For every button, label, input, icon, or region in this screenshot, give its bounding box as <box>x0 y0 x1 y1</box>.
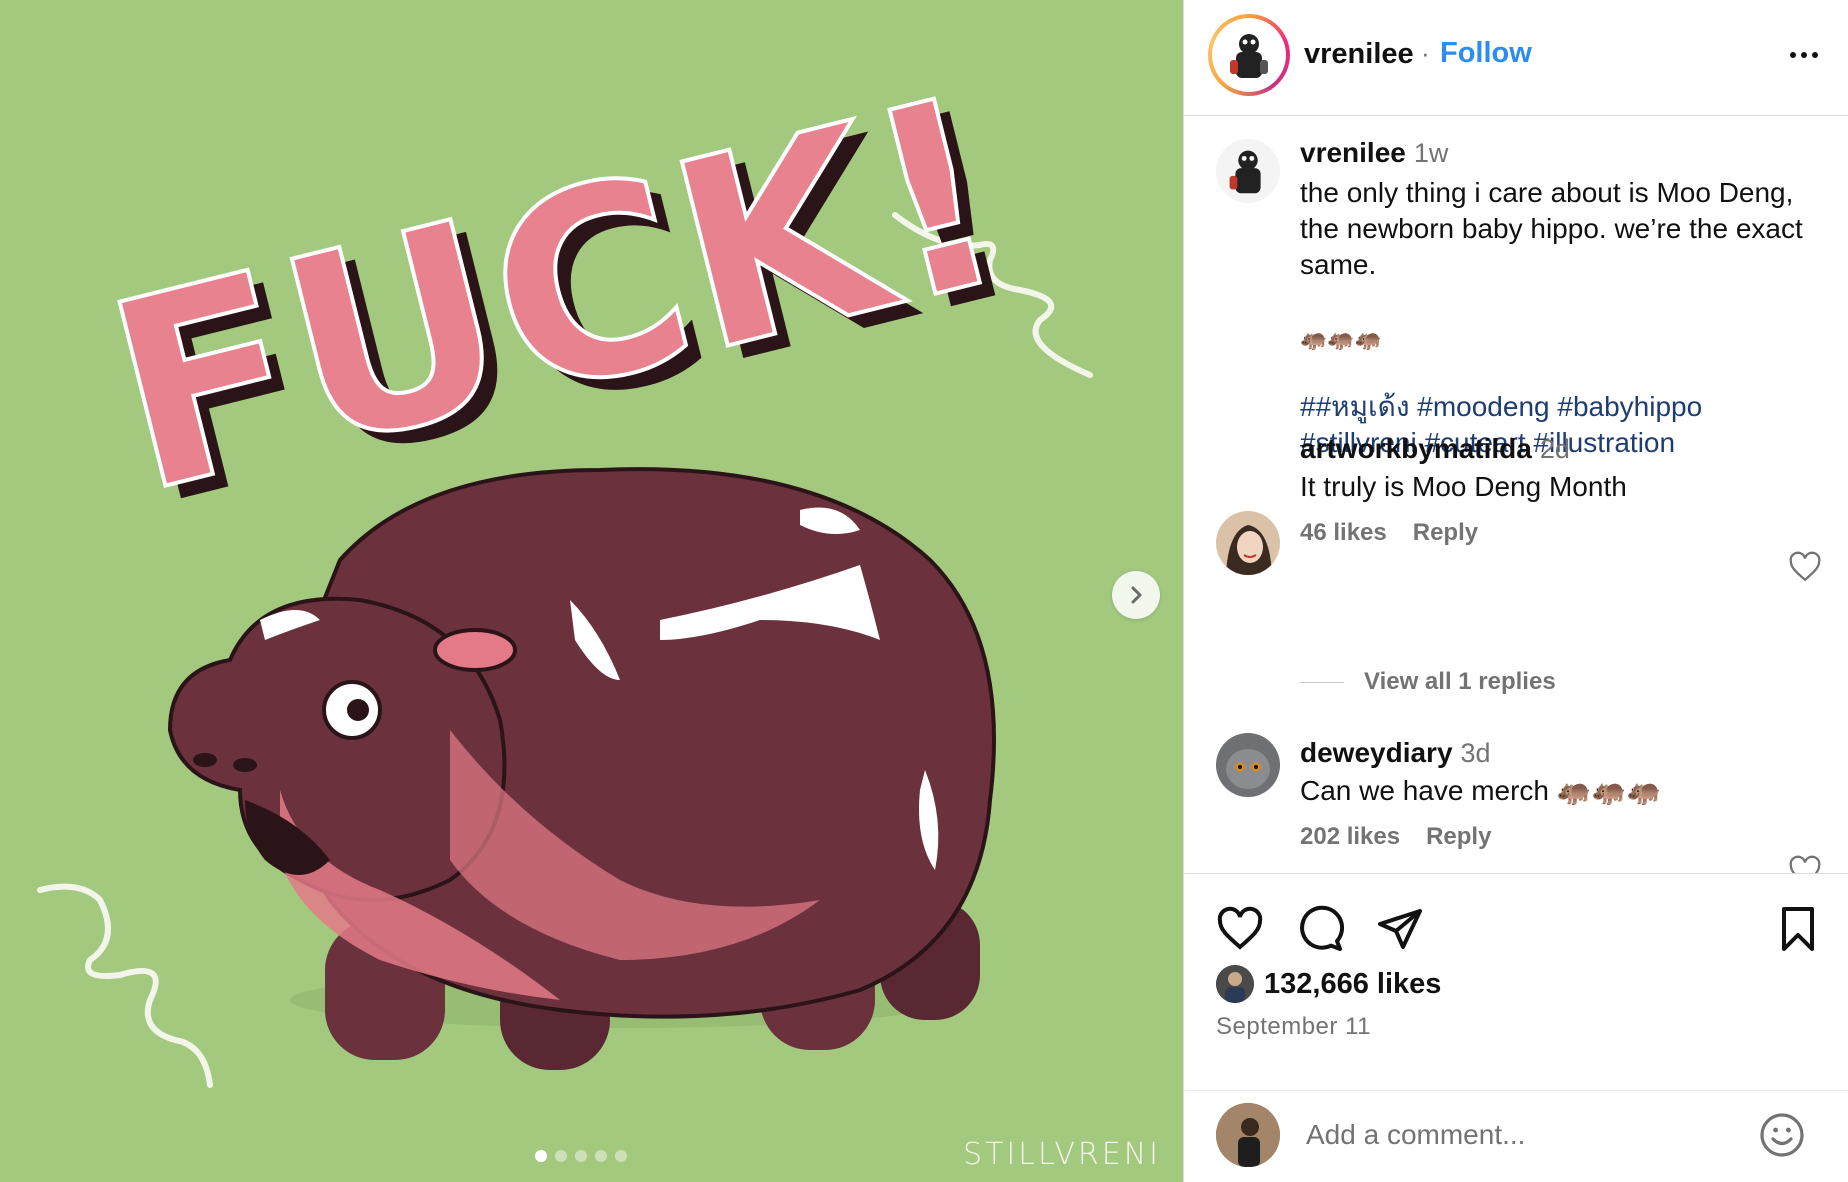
next-slide-button[interactable] <box>1112 571 1160 619</box>
more-dots-icon <box>1790 52 1796 58</box>
caption-header: vrenilee 1w <box>1300 137 1830 175</box>
comment-item: deweydiary 3d Can we have merch 🦛🦛🦛 202 l… <box>1300 737 1661 851</box>
caption-emojis: 🦛🦛🦛 <box>1300 326 1383 351</box>
comment-like-heart-icon[interactable] <box>1788 854 1822 873</box>
smiley-icon[interactable] <box>1758 1111 1806 1159</box>
chevron-right-icon <box>1131 586 1142 604</box>
current-user-avatar <box>1216 1103 1280 1167</box>
bookmark-icon[interactable] <box>1774 905 1822 953</box>
artist-watermark: STILLVRENI <box>963 1137 1161 1172</box>
more-dot <box>1812 52 1818 58</box>
caption-text: the only thing i care about is Moo Deng,… <box>1300 177 1803 280</box>
comment-bubble-icon[interactable] <box>1296 905 1344 953</box>
reply-button[interactable]: Reply <box>1413 519 1478 547</box>
comment-likes[interactable]: 202 likes <box>1300 823 1400 851</box>
comment-text: Can we have merch 🦛🦛🦛 <box>1300 775 1662 806</box>
reply-button[interactable]: Reply <box>1426 823 1491 851</box>
avatar-illustration-icon <box>1216 22 1282 88</box>
comment-username[interactable]: artworkbymatilda <box>1300 433 1532 464</box>
add-comment-bar <box>1184 1090 1848 1182</box>
comment-text: It truly is Moo Deng Month <box>1300 471 1627 502</box>
more-dot <box>1801 52 1807 58</box>
commenter-avatar[interactable] <box>1216 733 1280 797</box>
caption-timestamp[interactable]: 1w <box>1414 138 1449 168</box>
avatar-photo-icon <box>1216 511 1280 575</box>
comment-username[interactable]: deweydiary <box>1300 737 1453 768</box>
caption-block: vrenilee 1w the only thing i care about i… <box>1300 137 1830 461</box>
likes-count[interactable]: 132,666 likes <box>1264 968 1441 1001</box>
comment-like-heart-icon[interactable] <box>1788 550 1822 584</box>
post-header: vrenilee · Follow <box>1184 0 1848 116</box>
liker-avatar[interactable] <box>1216 965 1254 1003</box>
comment-header: deweydiary 3d <box>1300 737 1661 773</box>
caption-author-avatar[interactable] <box>1216 139 1280 203</box>
hippo-illustration: FUCK! FUCK! <box>37 39 1093 1088</box>
comment-header: artworkbymatilda 2d <box>1300 433 1627 469</box>
comment-meta: 46 likes Reply <box>1300 519 1627 547</box>
caption-hashtags-line1[interactable]: ##หมูเด้ง #moodeng #babyhippo <box>1300 389 1830 425</box>
post-date[interactable]: September 11 <box>1216 1013 1371 1041</box>
comment-meta: 202 likes Reply <box>1300 823 1661 851</box>
comment-timestamp[interactable]: 3d <box>1461 738 1491 768</box>
view-replies-button[interactable]: View all 1 replies <box>1364 668 1556 696</box>
author-avatar[interactable] <box>1208 14 1290 96</box>
comment-input[interactable] <box>1306 1115 1746 1155</box>
author-username[interactable]: vrenilee <box>1304 38 1414 71</box>
avatar-illustration-icon <box>1216 139 1280 203</box>
actions-divider <box>1184 873 1848 874</box>
carousel-dot <box>595 1150 607 1162</box>
avatar-photo-icon <box>1216 1103 1280 1167</box>
paper-plane-icon[interactable] <box>1376 905 1424 953</box>
caption-username[interactable]: vrenilee <box>1300 137 1406 168</box>
avatar-cat-icon <box>1216 733 1280 797</box>
more-options-button[interactable] <box>1782 42 1826 68</box>
replies-line <box>1300 682 1344 683</box>
comment-item: artworkbymatilda 2d It truly is Moo Deng … <box>1300 433 1627 547</box>
carousel-dot <box>575 1150 587 1162</box>
commenter-avatar[interactable] <box>1216 511 1280 575</box>
comment-timestamp[interactable]: 2d <box>1540 434 1570 464</box>
follow-button[interactable]: Follow <box>1440 37 1532 70</box>
heart-icon[interactable] <box>1216 905 1264 953</box>
comment-likes[interactable]: 46 likes <box>1300 519 1387 547</box>
carousel-dot <box>535 1150 547 1162</box>
carousel-indicator <box>535 1150 627 1162</box>
squiggle-bottom-left <box>37 883 213 1088</box>
avatar-photo-icon <box>1216 965 1254 1003</box>
post-side-panel: vrenilee · Follow vrenilee 1w the only th… <box>1184 0 1848 1182</box>
comments-section[interactable]: vrenilee 1w the only thing i care about i… <box>1184 117 1848 873</box>
carousel-dot <box>555 1150 567 1162</box>
carousel-dot <box>615 1150 627 1162</box>
hippo-figure <box>167 467 996 1070</box>
header-separator: · <box>1421 38 1430 68</box>
post-media[interactable]: FUCK! FUCK! STILLVRENI <box>0 0 1183 1182</box>
